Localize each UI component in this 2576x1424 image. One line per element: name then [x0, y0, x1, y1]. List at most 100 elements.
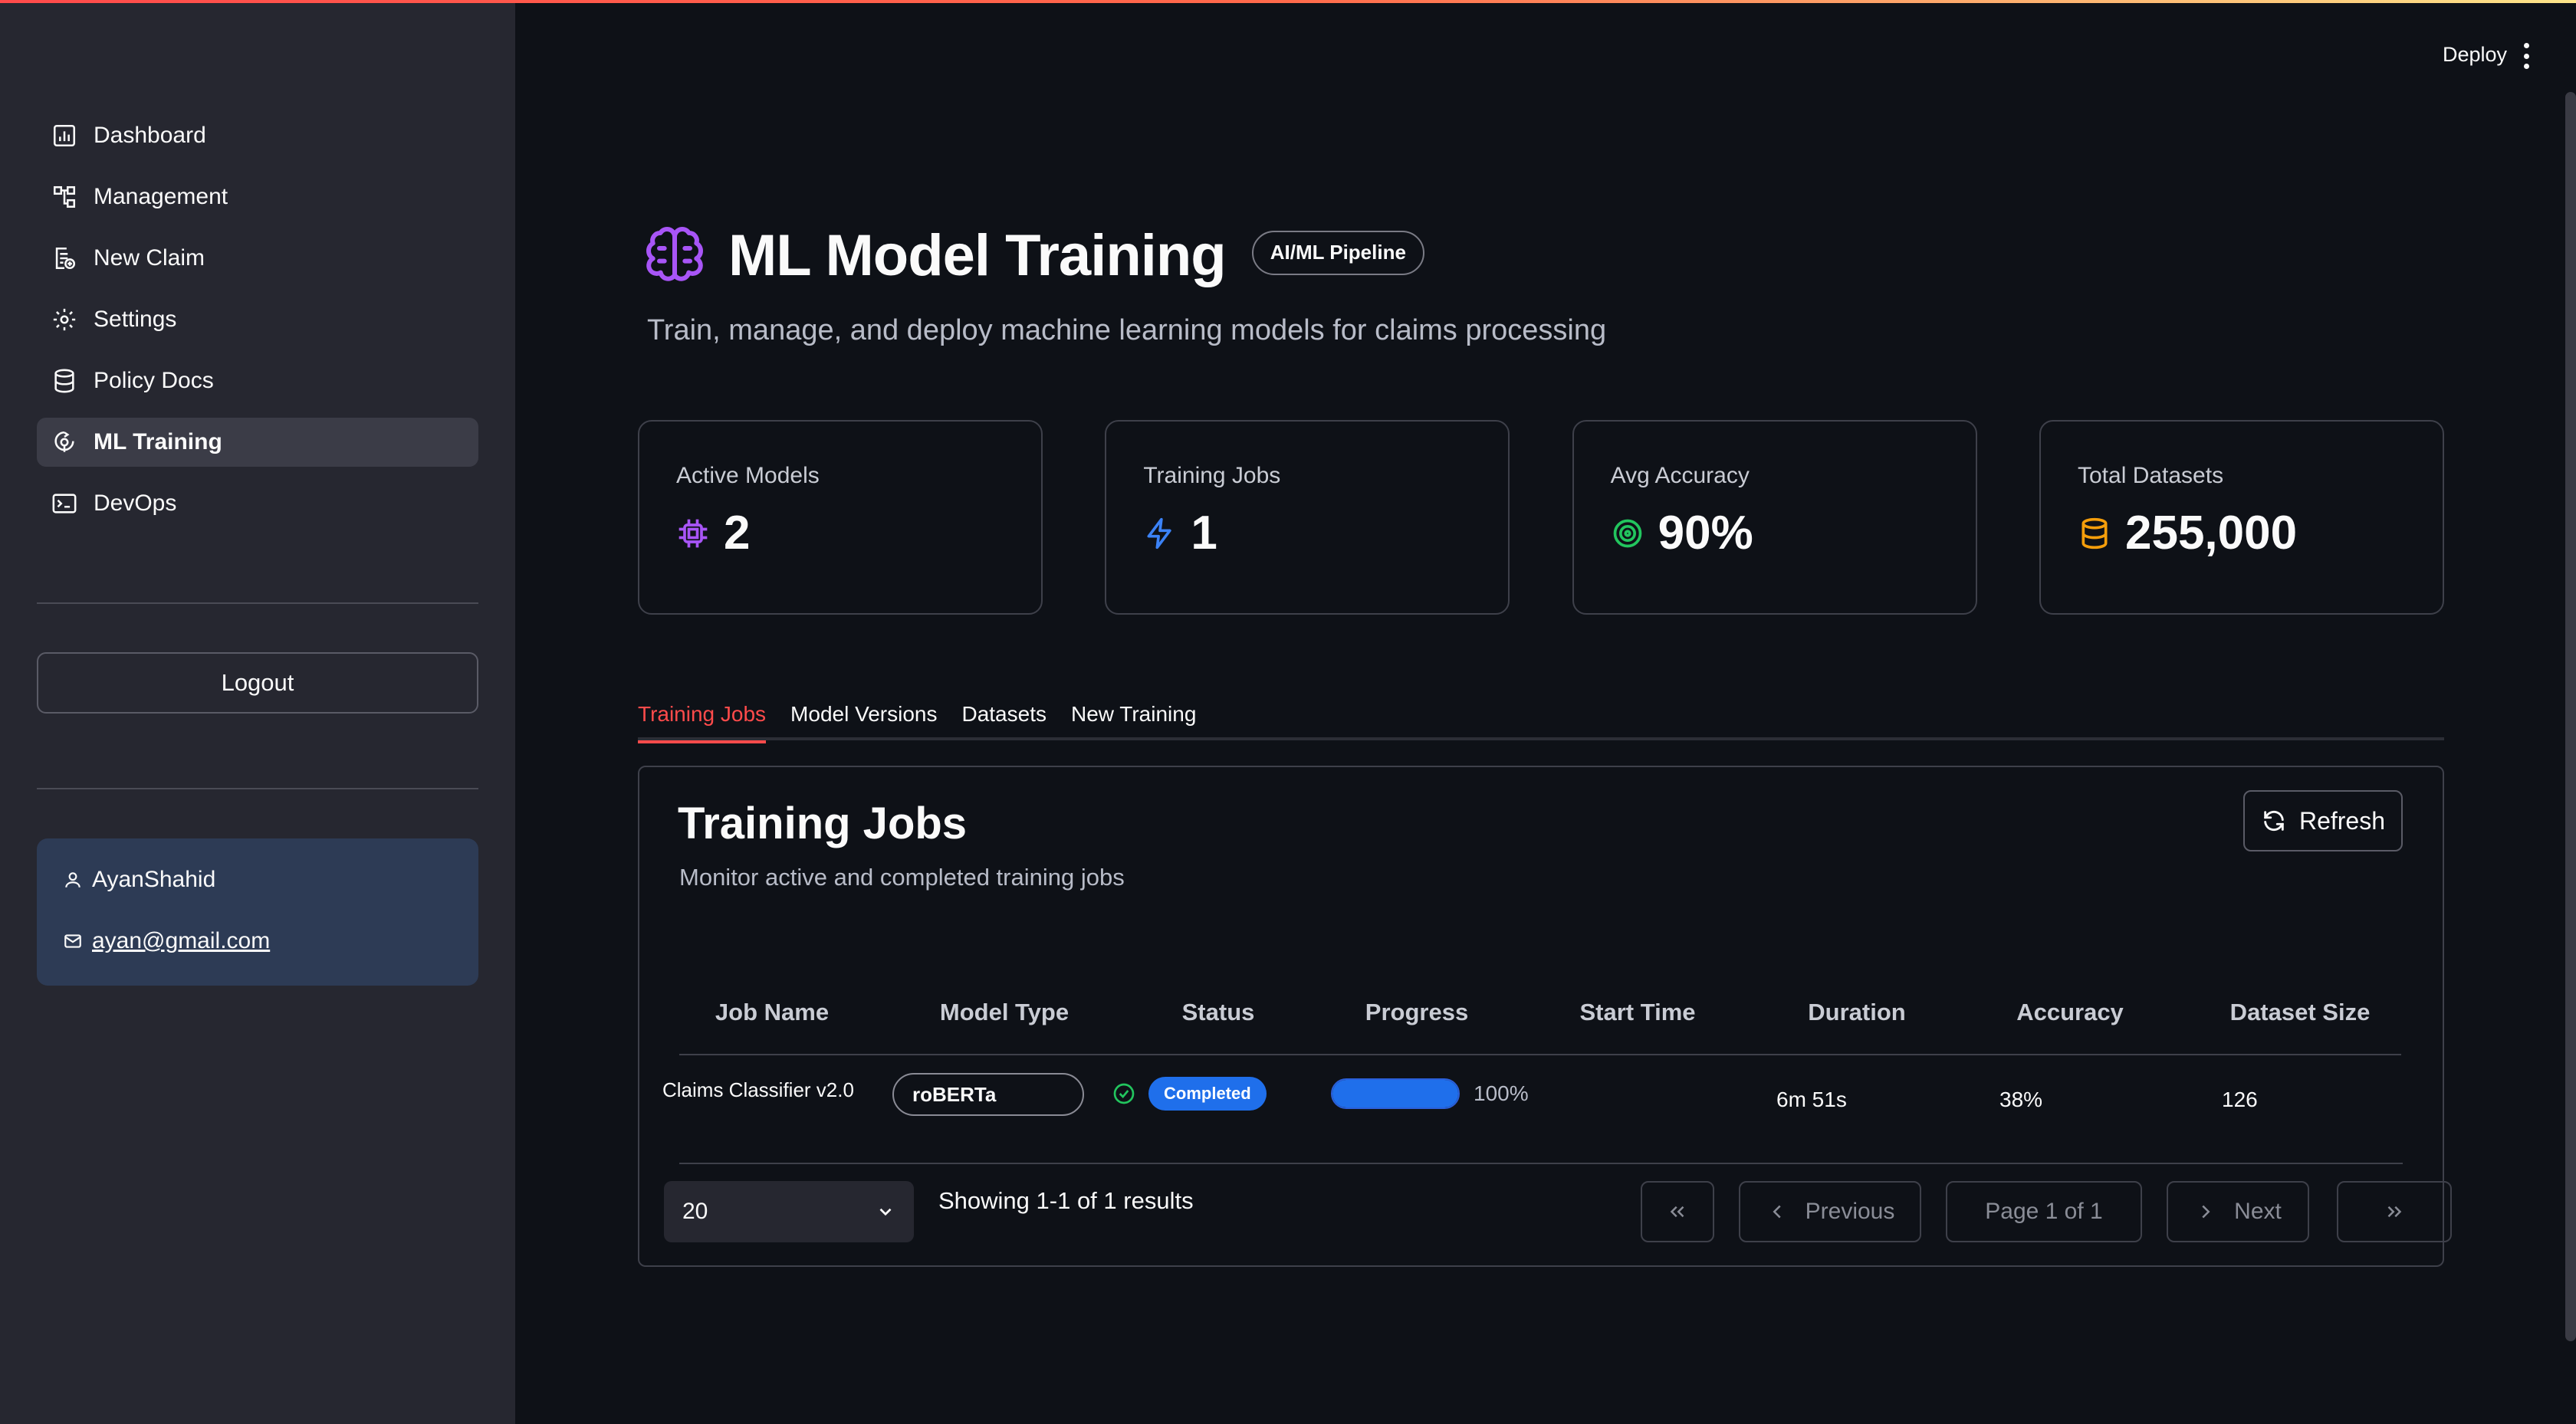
- chevron-down-icon: [879, 1208, 892, 1216]
- stats-row: Active Models 2 Training Jobs 1 Avg Accu…: [638, 420, 2444, 615]
- deploy-button[interactable]: Deploy: [2443, 43, 2507, 67]
- sidebar-item-label: DevOps: [94, 491, 177, 516]
- results-count: Showing 1-1 of 1 results: [938, 1187, 1194, 1214]
- stat-label: Avg Accuracy: [1610, 463, 1750, 488]
- user-email-row: ayan@gmail.com: [63, 923, 452, 960]
- refresh-label: Refresh: [2298, 806, 2386, 835]
- mail-icon: [64, 934, 81, 948]
- first-page-button[interactable]: [1641, 1181, 1714, 1242]
- training-jobs-panel: Training Jobs Monitor active and complet…: [638, 766, 2452, 1267]
- progress-cell: 100%: [1331, 1078, 1529, 1109]
- top-accent-bar: [0, 0, 2576, 3]
- stat-card-training-jobs: Training Jobs 1: [1105, 420, 1510, 615]
- column-header[interactable]: Dataset Size: [2230, 999, 2371, 1026]
- sidebar-item-dashboard[interactable]: Dashboard: [37, 111, 478, 160]
- sidebar-item-new-claim[interactable]: New Claim: [37, 234, 478, 283]
- table-divider: [679, 1163, 2403, 1164]
- column-header[interactable]: Start Time: [1579, 999, 1695, 1026]
- stat-label: Active Models: [676, 463, 820, 488]
- chevrons-left-icon: [1670, 1206, 1684, 1218]
- panel-subtitle: Monitor active and completed training jo…: [679, 864, 1125, 891]
- chevrons-right-icon: [2387, 1206, 2402, 1218]
- duration-cell: 6m 51s: [1776, 1088, 1847, 1111]
- column-header[interactable]: Job Name: [715, 999, 829, 1026]
- sidebar-item-label: Policy Docs: [94, 368, 214, 393]
- page-scrollbar[interactable]: [2565, 92, 2576, 1341]
- progress-fill: [1332, 1080, 1458, 1107]
- sidebar-divider: [37, 788, 478, 789]
- column-header[interactable]: Accuracy: [2016, 999, 2124, 1026]
- page-indicator: Page 1 of 1: [1946, 1181, 2142, 1242]
- terminal-icon: [51, 490, 78, 517]
- column-header[interactable]: Model Type: [940, 999, 1069, 1026]
- progress-label: 100%: [1474, 1081, 1529, 1105]
- sidebar-item-devops[interactable]: DevOps: [37, 479, 478, 528]
- stat-card-total-datasets: Total Datasets 255,000: [2039, 420, 2444, 615]
- column-header[interactable]: Duration: [1808, 999, 1905, 1026]
- last-page-button[interactable]: [2337, 1181, 2452, 1242]
- database-icon: [51, 367, 78, 395]
- database-icon: [2082, 517, 2108, 549]
- dashboard-icon: [51, 122, 78, 149]
- sidebar-item-label: Management: [94, 184, 228, 209]
- logout-button[interactable]: Logout: [37, 652, 478, 714]
- gear-icon: [51, 306, 78, 333]
- stat-value: 255,000: [2124, 507, 2298, 559]
- sidebar-item-label: Settings: [94, 307, 177, 332]
- next-page-button[interactable]: Next: [2167, 1181, 2309, 1242]
- chevron-right-icon: [2202, 1205, 2210, 1219]
- page-subtitle: Train, manage, and deploy machine learni…: [647, 314, 1607, 346]
- page-header: ML Model Training AI/ML Pipeline: [644, 222, 1424, 289]
- stat-label: Training Jobs: [1143, 463, 1281, 488]
- next-label: Next: [2234, 1199, 2282, 1224]
- tab-bar: Training Jobs Model Versions Datasets Ne…: [638, 688, 2444, 743]
- user-name-row: AyanShahid: [63, 861, 452, 898]
- stat-value: 2: [724, 507, 751, 559]
- sidebar-item-ml-training[interactable]: ML Training: [37, 418, 478, 467]
- status-badge: Completed: [1148, 1077, 1267, 1111]
- sidebar-item-label: Dashboard: [94, 123, 206, 148]
- user-info-box: AyanShahid ayan@gmail.com: [37, 838, 478, 986]
- chevron-left-icon: [1773, 1205, 1781, 1219]
- tab-datasets[interactable]: Datasets: [961, 688, 1046, 740]
- model-type-pill: roBERTa: [892, 1073, 1084, 1116]
- sidebar-item-settings[interactable]: Settings: [37, 295, 478, 344]
- sidebar-item-management[interactable]: Management: [37, 172, 478, 221]
- ml-training-icon: [51, 428, 78, 456]
- user-name: AyanShahid: [92, 867, 216, 892]
- sidebar: Dashboard Management New Claim Settings …: [0, 0, 515, 1424]
- dataset-size-cell: 126: [2222, 1088, 2258, 1111]
- new-claim-icon: [51, 244, 78, 272]
- lightning-icon: [1147, 517, 1171, 549]
- page-title: ML Model Training: [728, 223, 1227, 288]
- user-email-link[interactable]: ayan@gmail.com: [92, 928, 270, 954]
- target-icon: [1613, 519, 1641, 547]
- tab-new-training[interactable]: New Training: [1071, 688, 1196, 740]
- column-header[interactable]: Status: [1182, 999, 1255, 1026]
- page-size-value: 20: [682, 1199, 708, 1224]
- hierarchy-icon: [51, 183, 78, 211]
- stat-card-avg-accuracy: Avg Accuracy 90%: [1572, 420, 1977, 615]
- sidebar-item-policy-docs[interactable]: Policy Docs: [37, 356, 478, 405]
- brain-icon: [646, 226, 703, 281]
- tab-model-versions[interactable]: Model Versions: [790, 688, 937, 740]
- refresh-icon: [2264, 810, 2284, 832]
- status-cell: Completed: [1112, 1077, 1267, 1111]
- refresh-button[interactable]: Refresh: [2243, 790, 2403, 851]
- job-name-cell: Claims Classifier v2.0: [662, 1078, 854, 1101]
- panel-title: Training Jobs: [678, 799, 968, 848]
- tab-training-jobs[interactable]: Training Jobs: [638, 688, 767, 743]
- more-menu-icon[interactable]: [2521, 43, 2532, 69]
- page-badge: AI/ML Pipeline: [1251, 230, 1424, 275]
- sidebar-item-label: New Claim: [94, 245, 205, 271]
- progress-bar: [1331, 1078, 1460, 1109]
- previous-page-button[interactable]: Previous: [1739, 1181, 1921, 1242]
- user-icon: [65, 872, 80, 888]
- table-row[interactable]: Claims Classifier v2.0 roBERTa Completed…: [639, 1058, 2446, 1135]
- sidebar-nav: Dashboard Management New Claim Settings …: [37, 111, 478, 540]
- page-size-select[interactable]: 20: [664, 1181, 914, 1242]
- sidebar-item-label: ML Training: [94, 429, 222, 454]
- accuracy-cell: 38%: [1999, 1088, 2043, 1111]
- column-header[interactable]: Progress: [1365, 999, 1468, 1026]
- stat-value: 90%: [1658, 507, 1753, 559]
